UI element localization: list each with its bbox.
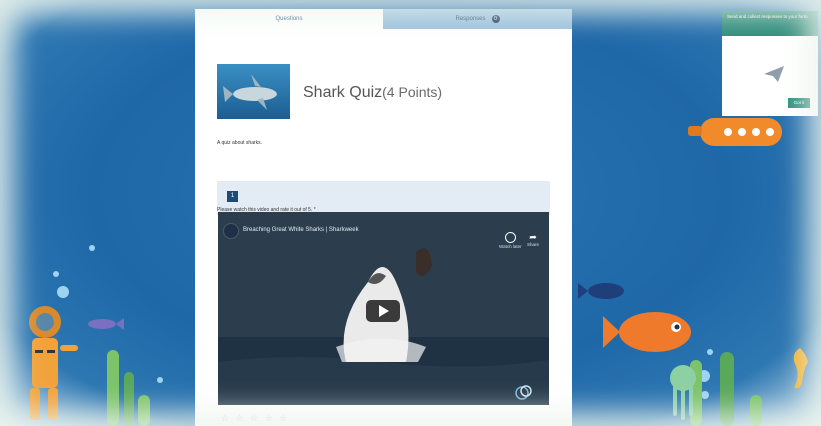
popup-message: Send and collect responses to your form. bbox=[722, 11, 818, 36]
form-tabs: Questions Responses 0 bbox=[195, 9, 572, 29]
video-title[interactable]: Breaching Great White Sharks | Sharkweek bbox=[243, 227, 359, 233]
tab-responses-label: Responses bbox=[455, 16, 486, 22]
question-number-badge: 1 bbox=[227, 191, 238, 202]
tab-questions[interactable]: Questions bbox=[195, 9, 383, 29]
form-header-image[interactable] bbox=[217, 64, 290, 119]
send-form-popup: Send and collect responses to your form.… bbox=[722, 11, 818, 116]
squid-icon bbox=[670, 365, 696, 420]
form-card: Questions Responses 0 Shark Quiz(4 Point… bbox=[195, 9, 572, 426]
watermark-icon bbox=[515, 385, 532, 400]
seaweed-icon bbox=[124, 372, 134, 426]
shark-thumbnail-icon bbox=[223, 74, 277, 110]
bubble-icon bbox=[707, 349, 713, 355]
share-icon: ➦ bbox=[529, 232, 537, 242]
navy-fish-icon bbox=[578, 283, 624, 299]
bubble-icon bbox=[89, 245, 95, 251]
tab-questions-label: Questions bbox=[275, 16, 303, 22]
seaweed-icon bbox=[750, 395, 762, 426]
seaweed-icon bbox=[107, 350, 119, 426]
paper-plane-icon bbox=[764, 66, 784, 82]
submarine-icon bbox=[688, 118, 782, 146]
form-title-text: Shark Quiz bbox=[303, 84, 383, 101]
bubble-icon bbox=[53, 271, 59, 277]
bubble-icon bbox=[701, 391, 709, 399]
star-rating[interactable]: ☆ ☆ ☆ ☆ ☆ bbox=[221, 413, 289, 424]
bubble-icon bbox=[57, 286, 69, 298]
diver-icon bbox=[29, 306, 78, 420]
responses-count-badge: 0 bbox=[491, 15, 500, 23]
watch-later-control[interactable]: Watch later bbox=[499, 232, 522, 249]
orange-fish-icon bbox=[603, 312, 691, 352]
tab-responses[interactable]: Responses 0 bbox=[383, 9, 572, 29]
got-it-button[interactable]: Got it bbox=[788, 98, 810, 108]
small-fish-icon bbox=[88, 318, 124, 330]
form-description[interactable]: A quiz about sharks. bbox=[217, 140, 262, 146]
play-icon bbox=[366, 300, 400, 322]
seaweed-icon bbox=[138, 395, 150, 426]
clock-icon bbox=[504, 232, 516, 243]
bubble-icon bbox=[157, 377, 163, 383]
seaweed-icon bbox=[720, 352, 734, 426]
seahorse-icon bbox=[793, 348, 808, 389]
video-player[interactable]: Watch later ➦ Share bbox=[218, 212, 549, 405]
ocean-background: Questions Responses 0 Shark Quiz(4 Point… bbox=[0, 0, 821, 426]
channel-logo[interactable] bbox=[223, 223, 239, 239]
share-label: Share bbox=[527, 242, 540, 247]
share-control[interactable]: ➦ Share bbox=[527, 232, 539, 247]
form-points: (4 Points) bbox=[382, 84, 443, 100]
watch-later-label: Watch later bbox=[499, 244, 522, 249]
form-title[interactable]: Shark Quiz(4 Points) bbox=[303, 84, 442, 102]
